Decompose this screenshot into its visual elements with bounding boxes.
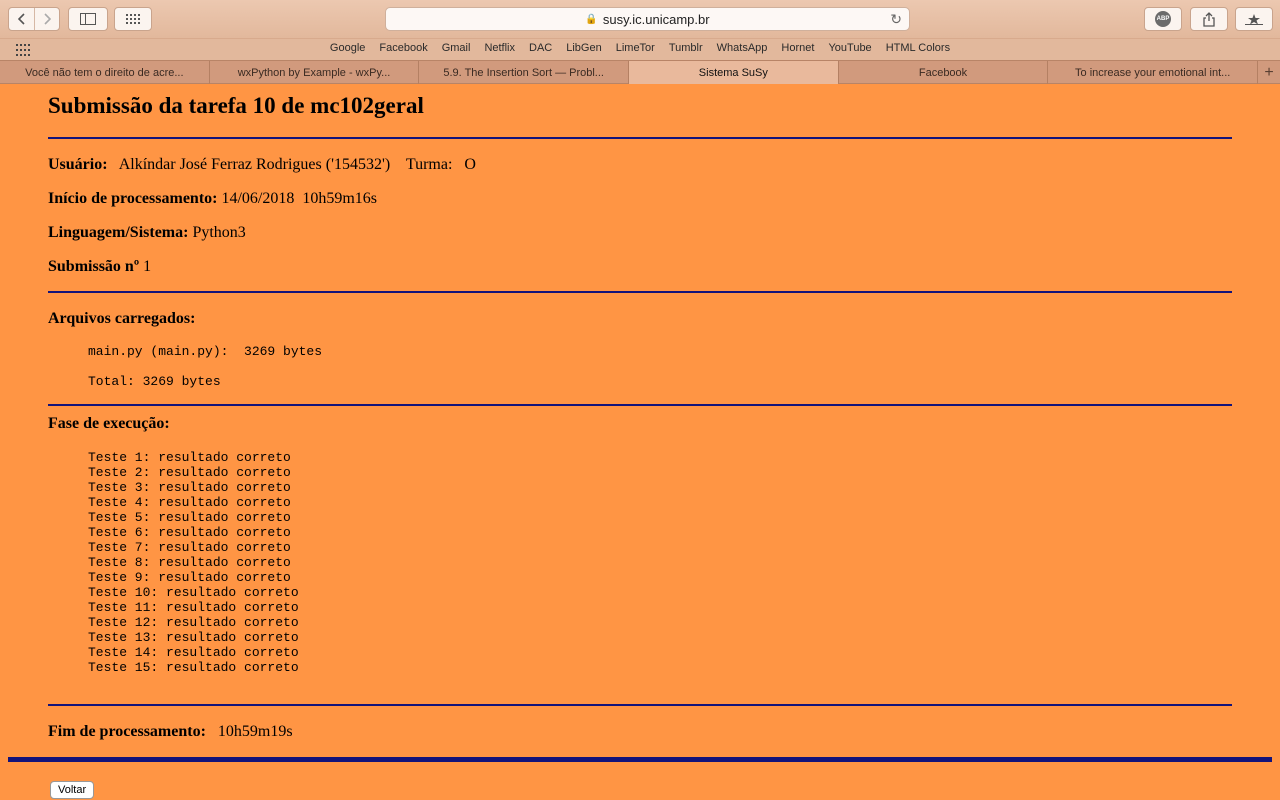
favorite-hornet[interactable]: Hornet	[774, 42, 821, 54]
favorites-bar: Google Facebook Gmail Netflix DAC LibGen…	[0, 38, 1280, 60]
forward-nav-button[interactable]	[34, 8, 59, 30]
test-result: Teste 13: resultado correto	[88, 630, 299, 645]
test-results: Teste 1: resultado correto Teste 2: resu…	[88, 450, 299, 675]
sidebar-icon	[80, 13, 96, 25]
address-bar[interactable]: 🔒 susy.ic.unicamp.br ↻	[385, 7, 910, 31]
file-entry: main.py (main.py): 3269 bytes	[88, 344, 323, 359]
top-sites-button[interactable]	[114, 7, 152, 31]
fim-row: Fim de processamento: 10h59m19s	[48, 723, 293, 741]
fim-label: Fim de processamento:	[48, 723, 206, 740]
tab-voce-nao-tem[interactable]: Você não tem o direito de acre...	[0, 61, 210, 84]
test-result: Teste 7: resultado correto	[88, 540, 291, 555]
chevron-right-icon	[44, 13, 51, 25]
plus-icon: +	[1264, 63, 1274, 81]
submissao-value: 1	[143, 258, 152, 275]
tab-sistema-susy[interactable]: Sistema SuSy	[629, 61, 839, 84]
usuario-value: Alkíndar José Ferraz Rodrigues ('154532'…	[118, 156, 391, 173]
fase-row: Fase de execução:	[48, 415, 170, 433]
test-result: Teste 15: resultado correto	[88, 660, 299, 675]
chevron-left-icon	[17, 13, 25, 25]
sidebar-toggle-button[interactable]	[68, 7, 108, 31]
divider	[48, 291, 1232, 293]
turma-label: Turma:	[405, 156, 453, 173]
grid-icon	[126, 14, 140, 24]
linguagem-row: Linguagem/Sistema: Python3	[48, 224, 246, 242]
favorite-youtube[interactable]: YouTube	[821, 42, 878, 54]
favorite-limetor[interactable]: LimeTor	[609, 42, 662, 54]
test-result: Teste 9: resultado correto	[88, 570, 291, 585]
reload-icon[interactable]: ↻	[890, 11, 902, 28]
linguagem-value: Python3	[192, 224, 246, 241]
submissao-label: Submissão nº	[48, 258, 140, 275]
footer-divider	[8, 757, 1272, 762]
nav-buttons	[8, 7, 60, 31]
tab-insertion-sort[interactable]: 5.9. The Insertion Sort — Probl...	[419, 61, 630, 84]
inicio-value: 14/06/2018 10h59m16s	[221, 190, 378, 207]
test-result: Teste 1: resultado correto	[88, 450, 291, 465]
tab-wxpython[interactable]: wxPython by Example - wxPy...	[210, 61, 420, 84]
test-result: Teste 10: resultado correto	[88, 585, 299, 600]
arquivos-row: Arquivos carregados:	[48, 310, 195, 328]
fim-value: 10h59m19s	[217, 723, 293, 740]
back-nav-button[interactable]	[9, 8, 34, 30]
usuario-row: Usuário: Alkíndar José Ferraz Rodrigues …	[48, 156, 476, 174]
bookmark-star-icon	[1245, 14, 1263, 25]
tab-facebook[interactable]: Facebook	[839, 61, 1049, 84]
inicio-label: Início de processamento:	[48, 190, 218, 207]
favorite-libgen[interactable]: LibGen	[559, 42, 608, 54]
usuario-label: Usuário:	[48, 156, 108, 173]
favorites-links: Google Facebook Gmail Netflix DAC LibGen…	[0, 42, 1280, 54]
test-result: Teste 8: resultado correto	[88, 555, 291, 570]
share-button[interactable]	[1190, 7, 1228, 31]
reading-list-button[interactable]	[1235, 7, 1273, 31]
arquivos-label: Arquivos carregados:	[48, 310, 196, 327]
share-icon	[1203, 11, 1215, 27]
inicio-row: Início de processamento: 14/06/2018 10h5…	[48, 190, 377, 208]
test-result: Teste 12: resultado correto	[88, 615, 299, 630]
test-result: Teste 2: resultado correto	[88, 465, 291, 480]
divider	[48, 704, 1232, 706]
favorite-gmail[interactable]: Gmail	[435, 42, 478, 54]
linguagem-label: Linguagem/Sistema:	[48, 224, 189, 241]
favorite-netflix[interactable]: Netflix	[477, 42, 522, 54]
browser-toolbar: 🔒 susy.ic.unicamp.br ↻ ABP	[0, 0, 1280, 38]
test-result: Teste 14: resultado correto	[88, 645, 299, 660]
test-result: Teste 3: resultado correto	[88, 480, 291, 495]
voltar-button[interactable]: Voltar	[50, 781, 95, 799]
submissao-row: Submissão nº 1	[48, 258, 151, 276]
tab-emotional-int[interactable]: To increase your emotional int...	[1048, 61, 1259, 84]
url-text: susy.ic.unicamp.br	[602, 11, 710, 27]
adblock-icon: ABP	[1155, 11, 1171, 27]
favorite-dac[interactable]: DAC	[522, 42, 559, 54]
favorite-whatsapp[interactable]: WhatsApp	[710, 42, 775, 54]
test-result: Teste 4: resultado correto	[88, 495, 291, 510]
fase-label: Fase de execução:	[48, 415, 170, 432]
divider	[48, 137, 1232, 139]
tab-bar: Você não tem o direito de acre... wxPyth…	[0, 60, 1280, 84]
favorite-google[interactable]: Google	[323, 42, 372, 54]
page-title: Submissão da tarefa 10 de mc102geral	[48, 93, 424, 118]
page-content: Submissão da tarefa 10 de mc102geral Usu…	[0, 84, 1280, 800]
turma-value: O	[464, 156, 476, 173]
favorite-facebook[interactable]: Facebook	[372, 42, 434, 54]
favorite-tumblr[interactable]: Tumblr	[662, 42, 710, 54]
divider	[48, 404, 1232, 406]
test-result: Teste 6: resultado correto	[88, 525, 291, 540]
files-list: main.py (main.py): 3269 bytes Total: 326…	[88, 344, 322, 389]
files-total: Total: 3269 bytes	[88, 374, 221, 389]
test-result: Teste 5: resultado correto	[88, 510, 291, 525]
lock-icon: 🔒	[585, 13, 598, 25]
adblock-button[interactable]: ABP	[1144, 7, 1182, 31]
new-tab-button[interactable]: +	[1258, 61, 1280, 84]
test-result: Teste 11: resultado correto	[88, 600, 299, 615]
favorite-html-colors[interactable]: HTML Colors	[879, 42, 957, 54]
